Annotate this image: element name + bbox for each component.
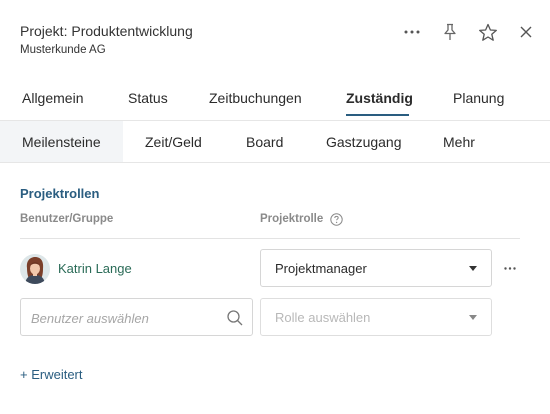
active-tab-indicator <box>346 114 409 116</box>
star-icon[interactable] <box>476 20 500 44</box>
tab-status[interactable]: Status <box>128 90 168 106</box>
search-icon[interactable] <box>226 309 244 327</box>
more-horizontal-icon[interactable] <box>400 20 424 44</box>
chevron-down-icon <box>469 266 477 271</box>
tab-gastzugang[interactable]: Gastzugang <box>326 134 402 150</box>
primary-tabs: Allgemein Status Zeitbuchungen Zuständig… <box>0 72 550 120</box>
tab-zustaendig[interactable]: Zuständig <box>346 90 413 106</box>
new-role-select[interactable]: Rolle auswählen <box>260 298 492 336</box>
pin-icon[interactable] <box>438 20 462 44</box>
column-header-role: Projektrolle <box>260 213 324 225</box>
close-icon[interactable] <box>514 20 538 44</box>
tab-board[interactable]: Board <box>246 134 283 150</box>
row-more-icon[interactable] <box>500 258 520 278</box>
tab-zeit-geld[interactable]: Zeit/Geld <box>145 134 202 150</box>
avatar <box>20 254 50 284</box>
column-header-user: Benutzer/Gruppe <box>20 213 114 225</box>
tab-allgemein[interactable]: Allgemein <box>22 90 83 106</box>
chevron-down-icon <box>469 315 477 320</box>
user-search-field <box>20 298 253 336</box>
tab-zeitbuchungen[interactable]: Zeitbuchungen <box>209 90 302 106</box>
tab-mehr[interactable]: Mehr <box>443 134 475 150</box>
tab-planung[interactable]: Planung <box>453 90 504 106</box>
secondary-tabs: Meilensteine Zeit/Geld Board Gastzugang … <box>0 120 550 163</box>
new-role-placeholder: Rolle auswählen <box>275 310 371 325</box>
section-title-projektrollen: Projektrollen <box>20 186 100 201</box>
advanced-link[interactable]: + Erweitert <box>20 367 83 382</box>
role-select-value: Projektmanager <box>275 261 367 276</box>
tab-meilensteine[interactable]: Meilensteine <box>22 134 101 150</box>
user-link-katrin-lange[interactable]: Katrin Lange <box>58 261 132 276</box>
page-title: Projekt: Produktentwicklung <box>20 23 193 39</box>
role-select[interactable]: Projektmanager <box>260 249 492 287</box>
user-search-input[interactable] <box>31 308 221 328</box>
customer-subtitle: Musterkunde AG <box>20 44 106 56</box>
header-divider <box>20 238 520 239</box>
dialog-header: Projekt: Produktentwicklung Musterkunde … <box>0 0 550 72</box>
help-icon[interactable] <box>330 213 343 226</box>
